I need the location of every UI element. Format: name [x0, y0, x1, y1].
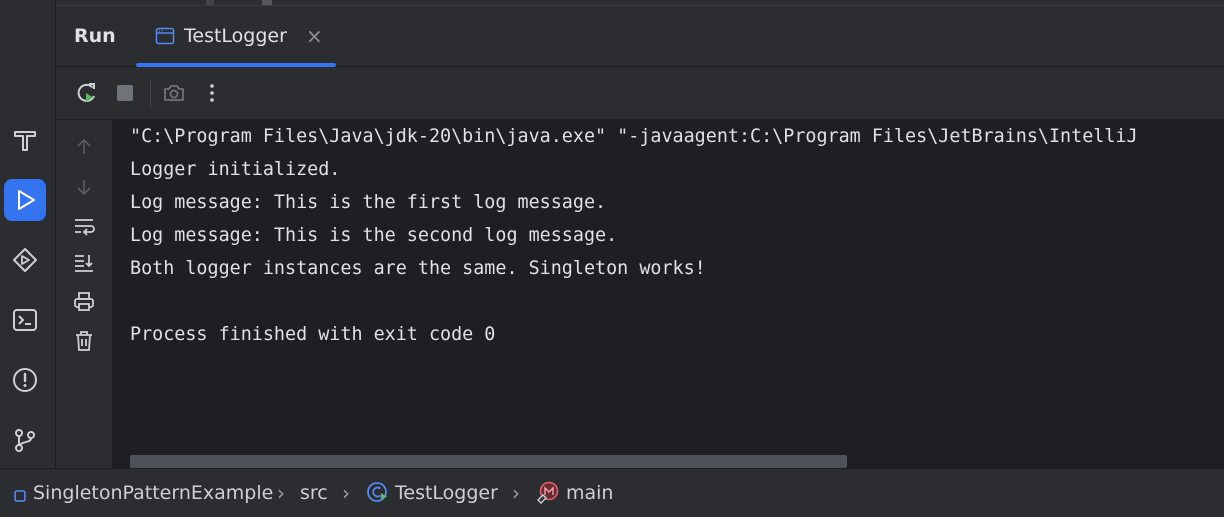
problems-icon[interactable] [4, 359, 46, 401]
close-icon[interactable]: × [306, 26, 323, 46]
breadcrumb-project[interactable]: SingletonPatternExample [33, 482, 273, 504]
soft-wrap-icon[interactable] [71, 214, 97, 240]
up-arrow-icon[interactable] [71, 134, 97, 160]
project-module-icon [14, 487, 26, 506]
console-line: Process finished with exit code 0 [130, 324, 496, 345]
run-tool-window-header: Run TestLogger × [56, 6, 1224, 67]
navigation-bar: SingletonPatternExample › src › TestLogg… [0, 468, 1224, 517]
tool-window-strip [0, 0, 56, 468]
console-line: "C:\Program Files\Java\jdk-20\bin\java.e… [130, 126, 1138, 147]
print-icon[interactable] [71, 289, 97, 315]
camera-icon[interactable] [161, 80, 187, 106]
toolbar-separator [150, 79, 151, 107]
console-line: Both logger instances are the same. Sing… [130, 258, 706, 279]
more-vertical-icon[interactable] [199, 80, 225, 106]
run-title: Run [74, 25, 116, 47]
breadcrumb-src[interactable]: src [300, 482, 328, 504]
breadcrumb-class[interactable]: TestLogger [395, 482, 498, 504]
console-gutter [56, 120, 112, 468]
terminal-icon[interactable] [4, 299, 46, 341]
scroll-to-end-icon[interactable] [71, 250, 97, 276]
run-toolbar [56, 67, 1224, 120]
top-edge-mark [206, 0, 214, 5]
breadcrumb-method[interactable]: main [566, 482, 613, 504]
console-line: Logger initialized. [130, 159, 341, 180]
run-icon[interactable] [4, 179, 46, 221]
trash-icon[interactable] [71, 328, 97, 354]
console-line: Log message: This is the first log messa… [130, 192, 607, 213]
tab-testlogger[interactable]: TestLogger × [136, 6, 336, 67]
method-icon [536, 480, 560, 508]
git-icon[interactable] [4, 419, 46, 461]
console-line: Log message: This is the second log mess… [130, 225, 618, 246]
down-arrow-icon[interactable] [71, 174, 97, 200]
tab-label: TestLogger [184, 25, 287, 47]
rerun-icon[interactable] [74, 80, 100, 106]
chevron-right-icon: › [342, 481, 350, 505]
class-run-icon [366, 480, 390, 508]
stop-icon[interactable] [112, 80, 138, 106]
horizontal-scrollbar[interactable] [130, 455, 847, 468]
build-hammer-icon[interactable] [4, 119, 46, 161]
services-icon[interactable] [4, 239, 46, 281]
chevron-right-icon: › [277, 481, 285, 505]
console-tab-icon [155, 26, 175, 50]
top-edge-mark [262, 0, 272, 5]
chevron-right-icon: › [512, 481, 520, 505]
console-output[interactable]: "C:\Program Files\Java\jdk-20\bin\java.e… [112, 120, 1224, 468]
